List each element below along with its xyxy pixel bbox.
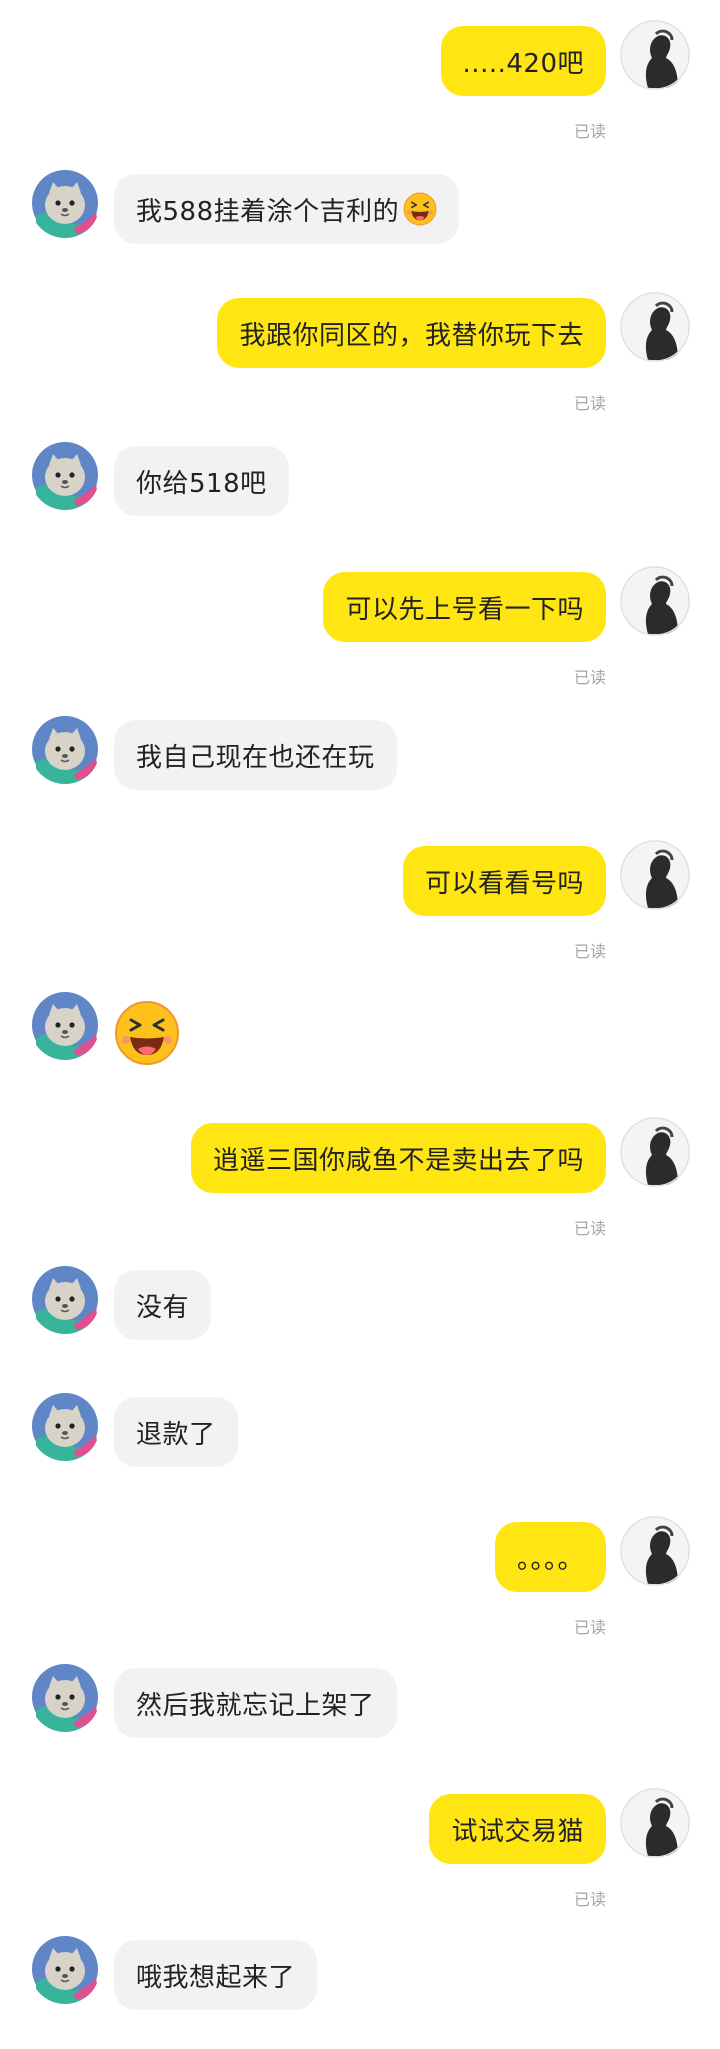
message-text: 然后我就忘记上架了 [136, 1690, 375, 1721]
read-receipt: 已读 [573, 1890, 606, 1909]
my-avatar[interactable] [620, 1117, 690, 1187]
read-receipt: 已读 [573, 1618, 606, 1637]
message-text: 你给518吧 [136, 468, 267, 499]
message-bubble[interactable]: 我588挂着涂个吉利的 [114, 174, 460, 244]
my-avatar[interactable] [620, 1516, 690, 1586]
message-bubble[interactable]: 我跟你同区的，我替你玩下去 [217, 298, 606, 368]
message-bubble[interactable]: 你给518吧 [114, 446, 289, 516]
message-bubble[interactable]: 试试交易猫 [429, 1794, 606, 1864]
read-receipt: 已读 [573, 942, 606, 961]
my-avatar[interactable] [620, 292, 690, 362]
peer-avatar[interactable] [30, 990, 100, 1060]
message-bubble[interactable]: 我自己现在也还在玩 [114, 720, 397, 790]
message-bubble[interactable]: 可以先上号看一下吗 [323, 572, 606, 642]
message-text: 逍遥三国你咸鱼不是卖出去了吗 [212, 1145, 584, 1176]
message-text: 哦我想起来了 [136, 1962, 296, 1993]
message-text: 可以先上号看一下吗 [345, 594, 584, 625]
read-receipt: 已读 [573, 668, 606, 687]
my-avatar[interactable] [620, 840, 690, 910]
peer-avatar[interactable] [30, 714, 100, 784]
message-bubble[interactable]: 可以看看号吗 [402, 846, 606, 916]
message-bubble[interactable]: .....420吧 [440, 26, 606, 96]
chat-history[interactable]: .....420吧 已读 我588挂着涂个吉利的 我跟你同区的，我替你玩下去 已… [0, 0, 720, 2049]
message-text: 我588挂着涂个吉利的 [136, 196, 400, 227]
message-text: .....420吧 [462, 48, 584, 79]
message-bubble[interactable]: 没有 [114, 1270, 212, 1340]
my-avatar[interactable] [620, 20, 690, 90]
peer-avatar[interactable] [30, 1391, 100, 1461]
message-text: 。。。。 [516, 1544, 584, 1575]
message-text: 我跟你同区的，我替你玩下去 [239, 320, 584, 351]
laughing-face-icon[interactable] [114, 1000, 180, 1066]
message-bubble[interactable]: 逍遥三国你咸鱼不是卖出去了吗 [190, 1123, 606, 1193]
message-text: 试试交易猫 [451, 1816, 584, 1847]
message-text: 退款了 [136, 1419, 216, 1450]
peer-avatar[interactable] [30, 1934, 100, 2004]
my-avatar[interactable] [620, 566, 690, 636]
peer-avatar[interactable] [30, 168, 100, 238]
my-avatar[interactable] [620, 1788, 690, 1858]
message-bubble[interactable]: 然后我就忘记上架了 [114, 1668, 397, 1738]
peer-avatar[interactable] [30, 1662, 100, 1732]
peer-avatar[interactable] [30, 440, 100, 510]
message-text: 没有 [136, 1292, 190, 1323]
read-receipt: 已读 [573, 1219, 606, 1238]
read-receipt: 已读 [573, 122, 606, 141]
message-bubble[interactable]: 哦我想起来了 [114, 1940, 318, 2010]
laughing-face-icon [403, 192, 437, 226]
message-text: 可以看看号吗 [424, 868, 584, 899]
message-bubble[interactable]: 退款了 [114, 1397, 238, 1467]
message-text: 我自己现在也还在玩 [136, 742, 375, 773]
message-bubble[interactable]: 。。。。 [494, 1522, 606, 1592]
read-receipt: 已读 [573, 394, 606, 413]
peer-avatar[interactable] [30, 1264, 100, 1334]
